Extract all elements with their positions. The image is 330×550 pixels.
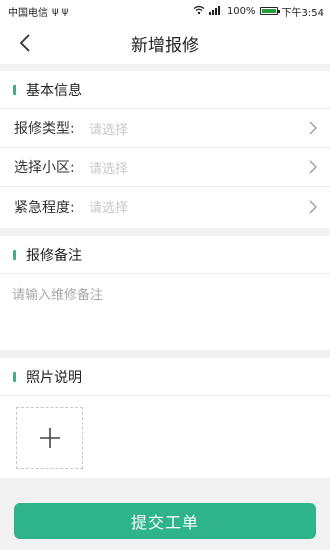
repair-type-label: 报修类型: <box>14 121 75 137</box>
battery-icon <box>259 7 280 15</box>
chevron-right-icon <box>308 121 318 135</box>
basic-info-header: 基本信息 <box>0 71 330 109</box>
clock: 下午3:54 <box>281 7 324 19</box>
remark-section: 报修备注 <box>0 236 330 350</box>
remark-header: 报修备注 <box>0 236 330 274</box>
photo-area <box>0 396 330 480</box>
status-left: 中国电信 ψ ψ <box>8 4 68 19</box>
repair-type-row[interactable]: 报修类型: 请选择 <box>0 109 330 148</box>
page-title: 新增报修 <box>131 35 199 56</box>
nav-bar: 新增报修 <box>0 22 330 64</box>
community-row[interactable]: 选择小区: 请选择 <box>0 148 330 187</box>
remark-title: 报修备注 <box>26 247 82 264</box>
battery-fill <box>261 9 276 13</box>
repair-type-value: 请选择 <box>89 122 129 138</box>
plus-icon <box>39 428 60 448</box>
screen: 中国电信 ψ ψ 100% 下午3:54 新增报修 基本信息 报修类型: 请选择… <box>0 0 330 550</box>
chevron-right-icon <box>308 160 318 174</box>
add-photo-button[interactable] <box>16 407 83 469</box>
chevron-right-icon <box>308 200 318 214</box>
remark-input[interactable] <box>12 284 318 340</box>
basic-info-title: 基本信息 <box>26 82 82 99</box>
remark-box <box>0 274 330 350</box>
accent-bar <box>13 84 16 95</box>
signal-icon <box>208 5 223 18</box>
community-label: 选择小区: <box>14 160 75 176</box>
status-bar: 中国电信 ψ ψ 100% 下午3:54 <box>0 0 330 22</box>
photo-section: 照片说明 <box>0 358 330 478</box>
usb-icon: ψ ψ <box>52 5 69 17</box>
battery-percent: 100% <box>226 5 256 17</box>
urgency-label: 紧急程度: <box>14 199 75 216</box>
basic-info-section: 基本信息 报修类型: 请选择 选择小区: 请选择 紧急程度: 请选择 <box>0 71 330 228</box>
urgency-value: 请选择 <box>89 201 129 216</box>
urgency-row[interactable]: 紧急程度: 请选择 <box>0 187 330 226</box>
photo-title: 照片说明 <box>26 369 82 386</box>
submit-order-button[interactable]: 提交工单 <box>14 503 316 539</box>
community-value: 请选择 <box>89 161 129 177</box>
accent-bar <box>13 249 16 260</box>
status-right: 100% 下午3:54 <box>193 4 324 19</box>
photo-header: 照片说明 <box>0 358 330 396</box>
back-arrow-icon[interactable] <box>14 32 36 54</box>
carrier-label: 中国电信 <box>8 7 48 19</box>
wifi-icon <box>193 5 205 18</box>
accent-bar <box>13 371 16 382</box>
